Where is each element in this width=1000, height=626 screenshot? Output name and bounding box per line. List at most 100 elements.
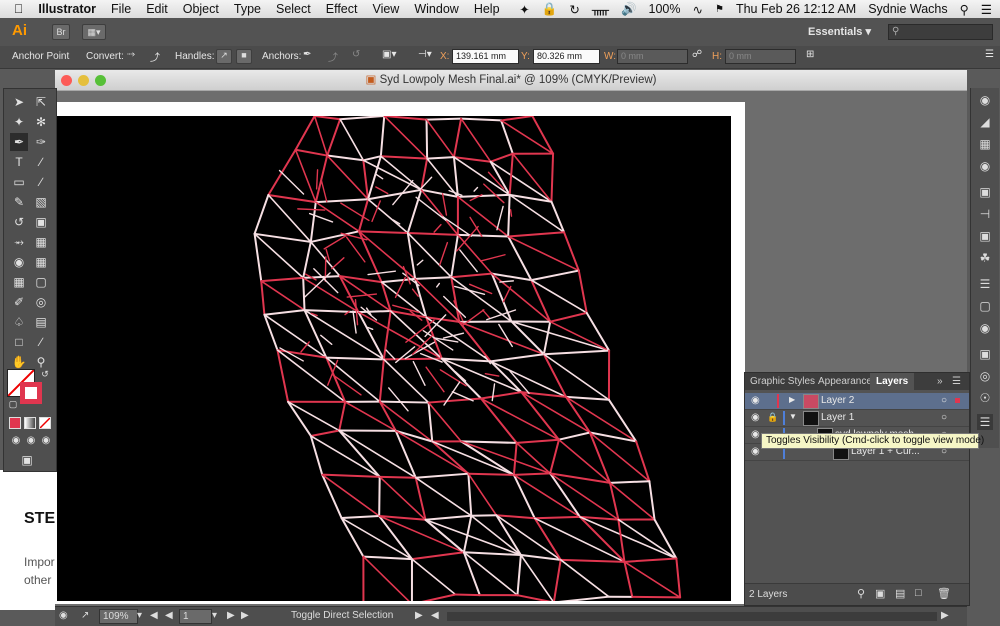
workspace-switcher[interactable]: Essentials ▾ [808, 25, 871, 38]
new-layer-icon[interactable]: □ [915, 587, 922, 599]
hide-handles-icon[interactable]: ■ [236, 49, 252, 64]
y-input[interactable]: 80.326 mm [533, 49, 600, 64]
lasso-tool-icon[interactable]: ✻ [32, 113, 50, 131]
eraser-tool-icon[interactable]: ▧ [32, 193, 50, 211]
bridge-button[interactable]: Br [52, 24, 70, 40]
last-artboard-icon[interactable]: ▶ [241, 610, 249, 621]
transform-icon[interactable]: ⊞ [806, 49, 814, 60]
close-window-button[interactable] [61, 75, 72, 86]
first-artboard-icon[interactable]: ◀ [150, 610, 158, 621]
symbol-sprayer-tool-icon[interactable]: ♤ [10, 313, 28, 331]
flag-icon[interactable]: ⚑ [715, 4, 724, 15]
slice-tool-icon[interactable]: ∕ [32, 333, 50, 351]
panel-menu-icon[interactable]: ☰ [952, 376, 961, 387]
lock-icon[interactable]: 🔒 [542, 2, 558, 17]
layer-row-layer-2[interactable]: ◉ ▶ Layer 2 ○ [745, 393, 969, 410]
visibility-eye-icon[interactable]: ◉ [751, 412, 760, 423]
menu-type[interactable]: Type [234, 2, 261, 16]
links-panel-icon[interactable]: ☉ [977, 390, 993, 406]
column-graph-tool-icon[interactable]: ▤ [32, 313, 50, 331]
bluetooth-icon[interactable]: ᚅ [592, 2, 609, 17]
dropbox-icon[interactable]: ✦ [519, 2, 529, 17]
scroll-right-icon[interactable]: ▶ [941, 610, 949, 621]
curvature-tool-icon[interactable]: ✑ [32, 133, 50, 151]
color-guide-icon[interactable]: ◢ [977, 114, 993, 130]
gpu-preview-icon[interactable]: ◉ [59, 610, 68, 621]
next-artboard-icon[interactable]: ▶ [227, 610, 235, 621]
convert-smooth-icon[interactable]: ⤴ [150, 49, 160, 64]
volume-icon[interactable]: 🔊 [621, 2, 637, 17]
share-icon[interactable]: ↗ [81, 610, 89, 621]
pencil-tool-icon[interactable]: ✎ [10, 193, 28, 211]
gradient-mode-button[interactable] [24, 417, 36, 429]
color-mode-button[interactable] [9, 417, 21, 429]
wifi-icon[interactable]: ∿ [693, 2, 703, 17]
sync-icon[interactable]: ↻ [569, 2, 579, 17]
mesh-tool-icon[interactable]: ▦ [10, 273, 28, 291]
shape-builder-tool-icon[interactable]: ◉ [10, 253, 28, 271]
free-transform-tool-icon[interactable]: ▦ [32, 233, 50, 251]
swatches-panel-icon[interactable]: ▦ [977, 136, 993, 152]
previous-artboard-icon[interactable]: ◀ [165, 610, 173, 621]
target-icon[interactable]: ○ [941, 412, 947, 423]
collapse-panel-icon[interactable]: » [937, 376, 943, 387]
screen-mode-icon[interactable]: ▣ [18, 451, 36, 469]
pen-tool-icon[interactable]: ✒ [10, 133, 28, 151]
isolate-icon[interactable]: ▣▾ [382, 49, 396, 60]
connect-endpoints-icon[interactable]: ⤴ [328, 49, 338, 64]
clipping-mask-icon[interactable]: ▣ [875, 587, 885, 600]
zoom-window-button[interactable] [95, 75, 106, 86]
direct-selection-tool-icon[interactable]: ⇱ [32, 93, 50, 111]
magic-wand-tool-icon[interactable]: ✦ [10, 113, 28, 131]
blend-tool-icon[interactable]: ◎ [32, 293, 50, 311]
artboard-dropdown-icon[interactable]: ▾ [212, 610, 217, 621]
search-icon[interactable]: ⚲ [960, 2, 969, 17]
menu-app-name[interactable]: Illustrator [38, 2, 96, 16]
align-icon[interactable]: ⊣▾ [418, 49, 432, 60]
visibility-eye-icon[interactable]: ◉ [751, 395, 760, 406]
menu-file[interactable]: File [111, 2, 131, 16]
perspective-grid-tool-icon[interactable]: ▦ [32, 253, 50, 271]
visibility-eye-icon[interactable]: ◉ [751, 446, 760, 457]
status-arrow-icon[interactable]: ▶ [415, 610, 423, 621]
list-icon[interactable]: ☰ [981, 2, 992, 17]
lock-icon[interactable]: 🔒 [767, 412, 778, 423]
default-colors-icon[interactable]: ▢ [4, 395, 22, 413]
scroll-left-icon[interactable]: ◀ [431, 610, 439, 621]
locate-object-icon[interactable]: ⚲ [857, 587, 865, 600]
menu-effect[interactable]: Effect [326, 2, 358, 16]
appearance-panel-icon[interactable]: ◎ [977, 368, 993, 384]
delete-layer-icon[interactable]: 🗑 [937, 587, 951, 600]
menu-edit[interactable]: Edit [146, 2, 168, 16]
user-name[interactable]: Sydnie Wachs [868, 2, 947, 16]
tab-appearance[interactable]: Appearance [818, 376, 872, 387]
layers-panel-icon[interactable]: ☰ [977, 414, 993, 430]
menu-view[interactable]: View [372, 2, 399, 16]
arrange-documents-button[interactable]: ▦▾ [82, 24, 106, 40]
none-mode-button[interactable] [39, 417, 51, 429]
menu-window[interactable]: Window [414, 2, 458, 16]
zoom-select[interactable]: 109% [99, 609, 138, 624]
visibility-eye-icon[interactable]: ◉ [751, 429, 760, 440]
paintbrush-tool-icon[interactable]: ∕ [32, 173, 50, 191]
transparency-panel-icon[interactable]: ◉ [977, 320, 993, 336]
menu-object[interactable]: Object [183, 2, 219, 16]
minimize-window-button[interactable] [78, 75, 89, 86]
clock[interactable]: Thu Feb 26 12:12 AM [736, 2, 856, 16]
mesh-canvas[interactable] [57, 116, 731, 601]
transform-panel-icon[interactable]: ▣ [977, 184, 993, 200]
tab-layers[interactable]: Layers [870, 373, 914, 390]
zoom-dropdown-icon[interactable]: ▾ [137, 610, 142, 621]
color-panel-icon[interactable]: ◉ [977, 92, 993, 108]
x-input[interactable]: 139.161 mm [452, 49, 519, 64]
scale-tool-icon[interactable]: ▣ [32, 213, 50, 231]
menu-help[interactable]: Help [474, 2, 500, 16]
rectangle-tool-icon[interactable]: ▭ [10, 173, 28, 191]
collapse-arrow-icon[interactable]: ▼ [789, 412, 797, 421]
graphic-styles-icon[interactable]: ▣ [977, 346, 993, 362]
w-input[interactable]: 0 mm [617, 49, 688, 64]
battery-label[interactable]: 100% [649, 2, 681, 16]
pathfinder-panel-icon[interactable]: ▣ [977, 228, 993, 244]
symbols-panel-icon[interactable]: ☘ [977, 250, 993, 266]
rotate-tool-icon[interactable]: ↺ [10, 213, 28, 231]
